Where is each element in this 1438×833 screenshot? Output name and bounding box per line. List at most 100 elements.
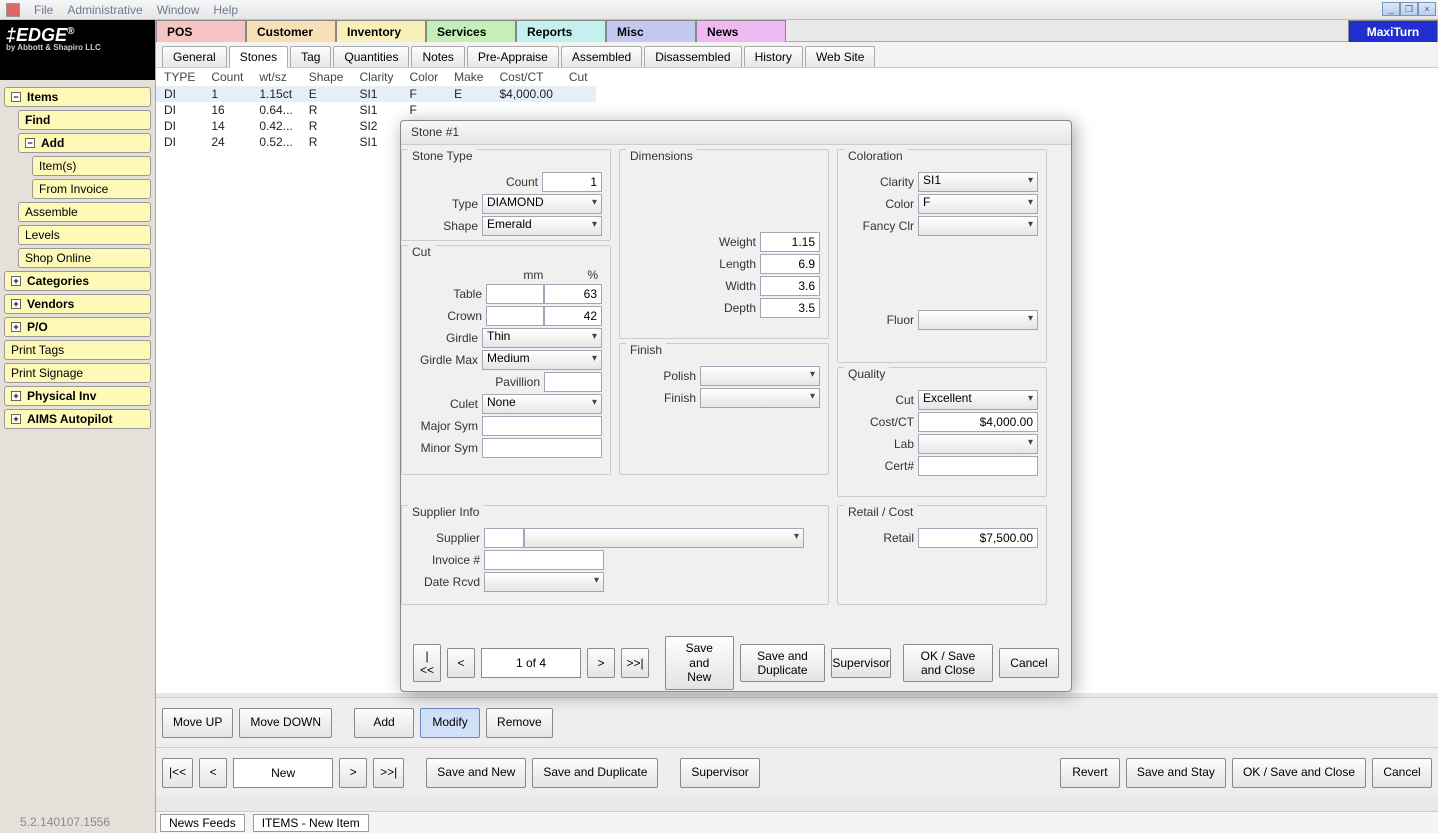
tab-inventory[interactable]: Inventory <box>336 20 426 42</box>
nav-print-signage[interactable]: Print Signage <box>4 363 151 383</box>
minimize-button[interactable]: _ <box>1382 2 1400 16</box>
col-shape[interactable]: Shape <box>301 68 352 86</box>
nav-print-tags[interactable]: Print Tags <box>4 340 151 360</box>
dlg-last-button[interactable]: >>| <box>621 648 649 678</box>
dlg-ok-close-button[interactable]: OK / Save and Close <box>903 644 993 683</box>
ok-close-button[interactable]: OK / Save and Close <box>1232 758 1366 788</box>
subtab-history[interactable]: History <box>744 46 803 67</box>
subtab-assembled[interactable]: Assembled <box>561 46 642 67</box>
restore-button[interactable]: ❐ <box>1400 2 1418 16</box>
polish-combo[interactable] <box>700 366 820 386</box>
last-button[interactable]: >>| <box>373 758 404 788</box>
nav-add[interactable]: −Add <box>18 133 151 153</box>
table-mm-input[interactable] <box>486 284 544 304</box>
menu-window[interactable]: Window <box>157 3 200 17</box>
save-new-button[interactable]: Save and New <box>426 758 526 788</box>
nav-levels[interactable]: Levels <box>18 225 151 245</box>
close-button[interactable]: × <box>1418 2 1436 16</box>
cert-input[interactable] <box>918 456 1038 476</box>
nav-find[interactable]: Find <box>18 110 151 130</box>
pavillion-input[interactable] <box>544 372 602 392</box>
culet-combo[interactable]: None <box>482 394 602 414</box>
nav-vendors[interactable]: +Vendors <box>4 294 151 314</box>
dlg-prev-button[interactable]: < <box>447 648 475 678</box>
finish-combo[interactable] <box>700 388 820 408</box>
lab-combo[interactable] <box>918 434 1038 454</box>
nav-aims[interactable]: +AIMS Autopilot <box>4 409 151 429</box>
subtab-stones[interactable]: Stones <box>229 46 288 68</box>
supplier-code-input[interactable] <box>484 528 524 548</box>
maxiturn-button[interactable]: MaxiTurn <box>1348 20 1438 42</box>
menu-file[interactable]: File <box>34 3 53 17</box>
clarity-combo[interactable]: SI1 <box>918 172 1038 192</box>
subtab-notes[interactable]: Notes <box>411 46 464 67</box>
subtab-website[interactable]: Web Site <box>805 46 875 67</box>
tab-news[interactable]: News <box>696 20 786 42</box>
depth-input[interactable] <box>760 298 820 318</box>
fancy-combo[interactable] <box>918 216 1038 236</box>
supervisor-button[interactable]: Supervisor <box>680 758 759 788</box>
invoice-input[interactable] <box>484 550 604 570</box>
subtab-quantities[interactable]: Quantities <box>333 46 409 67</box>
dlg-first-button[interactable]: |<< <box>413 644 441 683</box>
table-row[interactable]: DI11.15ctESI1FE$4,000.00 <box>156 86 596 102</box>
shape-combo[interactable]: Emerald <box>482 216 602 236</box>
girdle-max-combo[interactable]: Medium <box>482 350 602 370</box>
col-count[interactable]: Count <box>203 68 251 86</box>
subtab-tag[interactable]: Tag <box>290 46 331 67</box>
prev-button[interactable]: < <box>199 758 227 788</box>
nav-po[interactable]: +P/O <box>4 317 151 337</box>
col-wt/sz[interactable]: wt/sz <box>251 68 300 86</box>
dlg-cancel-button[interactable]: Cancel <box>999 648 1059 678</box>
supplier-combo[interactable] <box>524 528 804 548</box>
count-input[interactable] <box>542 172 602 192</box>
dlg-next-button[interactable]: > <box>587 648 615 678</box>
date-rcvd-input[interactable] <box>484 572 604 592</box>
major-sym-input[interactable] <box>482 416 602 436</box>
length-input[interactable] <box>760 254 820 274</box>
move-up-button[interactable]: Move UP <box>162 708 233 738</box>
table-row[interactable]: DI160.64...RSI1F <box>156 102 596 118</box>
dlg-supervisor-button[interactable]: Supervisor <box>831 648 891 678</box>
menu-help[interactable]: Help <box>213 3 238 17</box>
col-make[interactable]: Make <box>446 68 491 86</box>
quality-cut-combo[interactable]: Excellent <box>918 390 1038 410</box>
status-news-feeds[interactable]: News Feeds <box>160 814 245 832</box>
dlg-save-dup-button[interactable]: Save and Duplicate <box>740 644 825 683</box>
nav-item-s[interactable]: Item(s) <box>32 156 151 176</box>
col-clarity[interactable]: Clarity <box>351 68 401 86</box>
remove-button[interactable]: Remove <box>486 708 553 738</box>
retail-input[interactable] <box>918 528 1038 548</box>
next-button[interactable]: > <box>339 758 367 788</box>
nav-assemble[interactable]: Assemble <box>18 202 151 222</box>
col-cost/ct[interactable]: Cost/CT <box>491 68 560 86</box>
table-pct-input[interactable] <box>544 284 602 304</box>
status-items-new[interactable]: ITEMS - New Item <box>253 814 369 832</box>
revert-button[interactable]: Revert <box>1060 758 1120 788</box>
save-dup-button[interactable]: Save and Duplicate <box>532 758 658 788</box>
subtab-disassembled[interactable]: Disassembled <box>644 46 741 67</box>
col-cut[interactable]: Cut <box>561 68 596 86</box>
crown-mm-input[interactable] <box>486 306 544 326</box>
color-combo[interactable]: F <box>918 194 1038 214</box>
add-button[interactable]: Add <box>354 708 414 738</box>
tab-reports[interactable]: Reports <box>516 20 606 42</box>
tab-services[interactable]: Services <box>426 20 516 42</box>
modify-button[interactable]: Modify <box>420 708 480 738</box>
subtab-general[interactable]: General <box>162 46 227 67</box>
nav-from-invoice[interactable]: From Invoice <box>32 179 151 199</box>
nav-items[interactable]: −Items <box>4 87 151 107</box>
tab-customer[interactable]: Customer <box>246 20 336 42</box>
girdle-combo[interactable]: Thin <box>482 328 602 348</box>
nav-categories[interactable]: +Categories <box>4 271 151 291</box>
tab-misc[interactable]: Misc <box>606 20 696 42</box>
menu-admin[interactable]: Administrative <box>67 3 142 17</box>
move-down-button[interactable]: Move DOWN <box>239 708 332 738</box>
nav-shop-online[interactable]: Shop Online <box>18 248 151 268</box>
minor-sym-input[interactable] <box>482 438 602 458</box>
first-button[interactable]: |<< <box>162 758 193 788</box>
width-input[interactable] <box>760 276 820 296</box>
crown-pct-input[interactable] <box>544 306 602 326</box>
col-color[interactable]: Color <box>401 68 446 86</box>
type-combo[interactable]: DIAMOND <box>482 194 602 214</box>
